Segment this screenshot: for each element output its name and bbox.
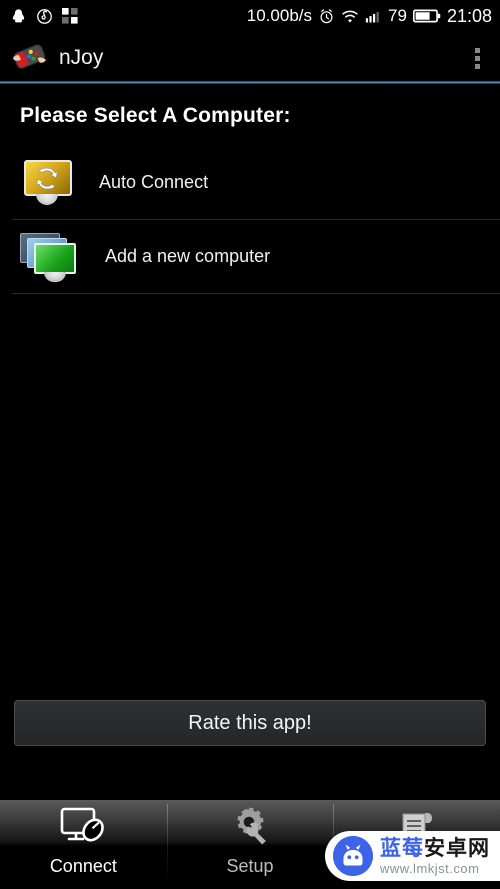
rate-this-app-button[interactable]: Rate this app! bbox=[14, 700, 486, 746]
page-title: Please Select A Computer: bbox=[20, 104, 291, 127]
qq-penguin-icon bbox=[12, 8, 25, 22]
sync-arrows-icon bbox=[36, 167, 58, 189]
clock-label: 21:08 bbox=[446, 5, 492, 26]
watermark-url: www.lmkjst.com bbox=[380, 860, 480, 876]
netease-music-icon bbox=[37, 8, 52, 24]
rate-button-container: Rate this app! bbox=[0, 700, 500, 746]
overflow-dot bbox=[475, 47, 480, 53]
overflow-dot bbox=[475, 63, 480, 69]
grid-apps-icon bbox=[62, 8, 78, 24]
overflow-dot bbox=[475, 55, 480, 61]
list-item-label: Add a new computer bbox=[105, 246, 271, 266]
wifi-icon bbox=[342, 10, 358, 23]
add-computer-stack-icon bbox=[20, 232, 78, 282]
tab-connect[interactable]: Connect bbox=[0, 800, 167, 889]
action-bar: nJoy bbox=[0, 32, 500, 84]
status-bar-right-icons: 10.00b/s 79 21:08 bbox=[247, 6, 492, 27]
app-title: nJoy bbox=[59, 46, 104, 69]
network-speed-label: 10.00b/s bbox=[246, 6, 313, 25]
battery-icon bbox=[412, 9, 441, 23]
monitor-mouse-icon bbox=[61, 807, 105, 842]
watermark-name: 蓝莓安卓网 bbox=[380, 838, 490, 859]
watermark-text: 蓝莓安卓网 www.lmkjst.com bbox=[380, 838, 490, 875]
battery-percent-label: 79 bbox=[388, 6, 407, 25]
njoy-gamepad-icon bbox=[13, 44, 46, 70]
monitor-stand bbox=[44, 271, 66, 282]
list-item-label: Auto Connect bbox=[99, 172, 209, 192]
app-root: 10.00b/s 79 21:08 nJoy Please Select A C… bbox=[0, 0, 500, 889]
tab-label: Connect bbox=[49, 856, 117, 876]
watermark-name-part2: 安卓网 bbox=[424, 836, 490, 860]
tab-label: Setup bbox=[226, 856, 274, 876]
tab-setup[interactable]: Setup bbox=[166, 800, 334, 889]
list-item-add-computer[interactable]: Add a new computer bbox=[0, 220, 500, 293]
status-bar-left-icons bbox=[10, 8, 78, 25]
watermark-name-part1: 蓝莓 bbox=[380, 836, 424, 860]
monitor-front bbox=[34, 242, 76, 274]
alarm-clock-icon bbox=[320, 8, 333, 23]
list-item-auto-connect[interactable]: Auto Connect bbox=[0, 146, 500, 219]
site-watermark: 蓝莓安卓网 www.lmkjst.com bbox=[325, 831, 500, 881]
gear-wrench-icon bbox=[237, 807, 266, 845]
cellular-signal-icon bbox=[365, 11, 379, 22]
overflow-menu-button[interactable] bbox=[469, 42, 486, 75]
main-content: Please Select A Computer: Auto Connect A… bbox=[0, 84, 500, 294]
computer-list: Auto Connect Add a new computer bbox=[0, 146, 500, 294]
monitor-stand bbox=[36, 193, 58, 205]
list-divider bbox=[12, 293, 500, 294]
android-robot-icon bbox=[333, 836, 373, 876]
auto-connect-monitor-icon bbox=[20, 159, 72, 206]
status-bar: 10.00b/s 79 21:08 bbox=[0, 0, 500, 32]
